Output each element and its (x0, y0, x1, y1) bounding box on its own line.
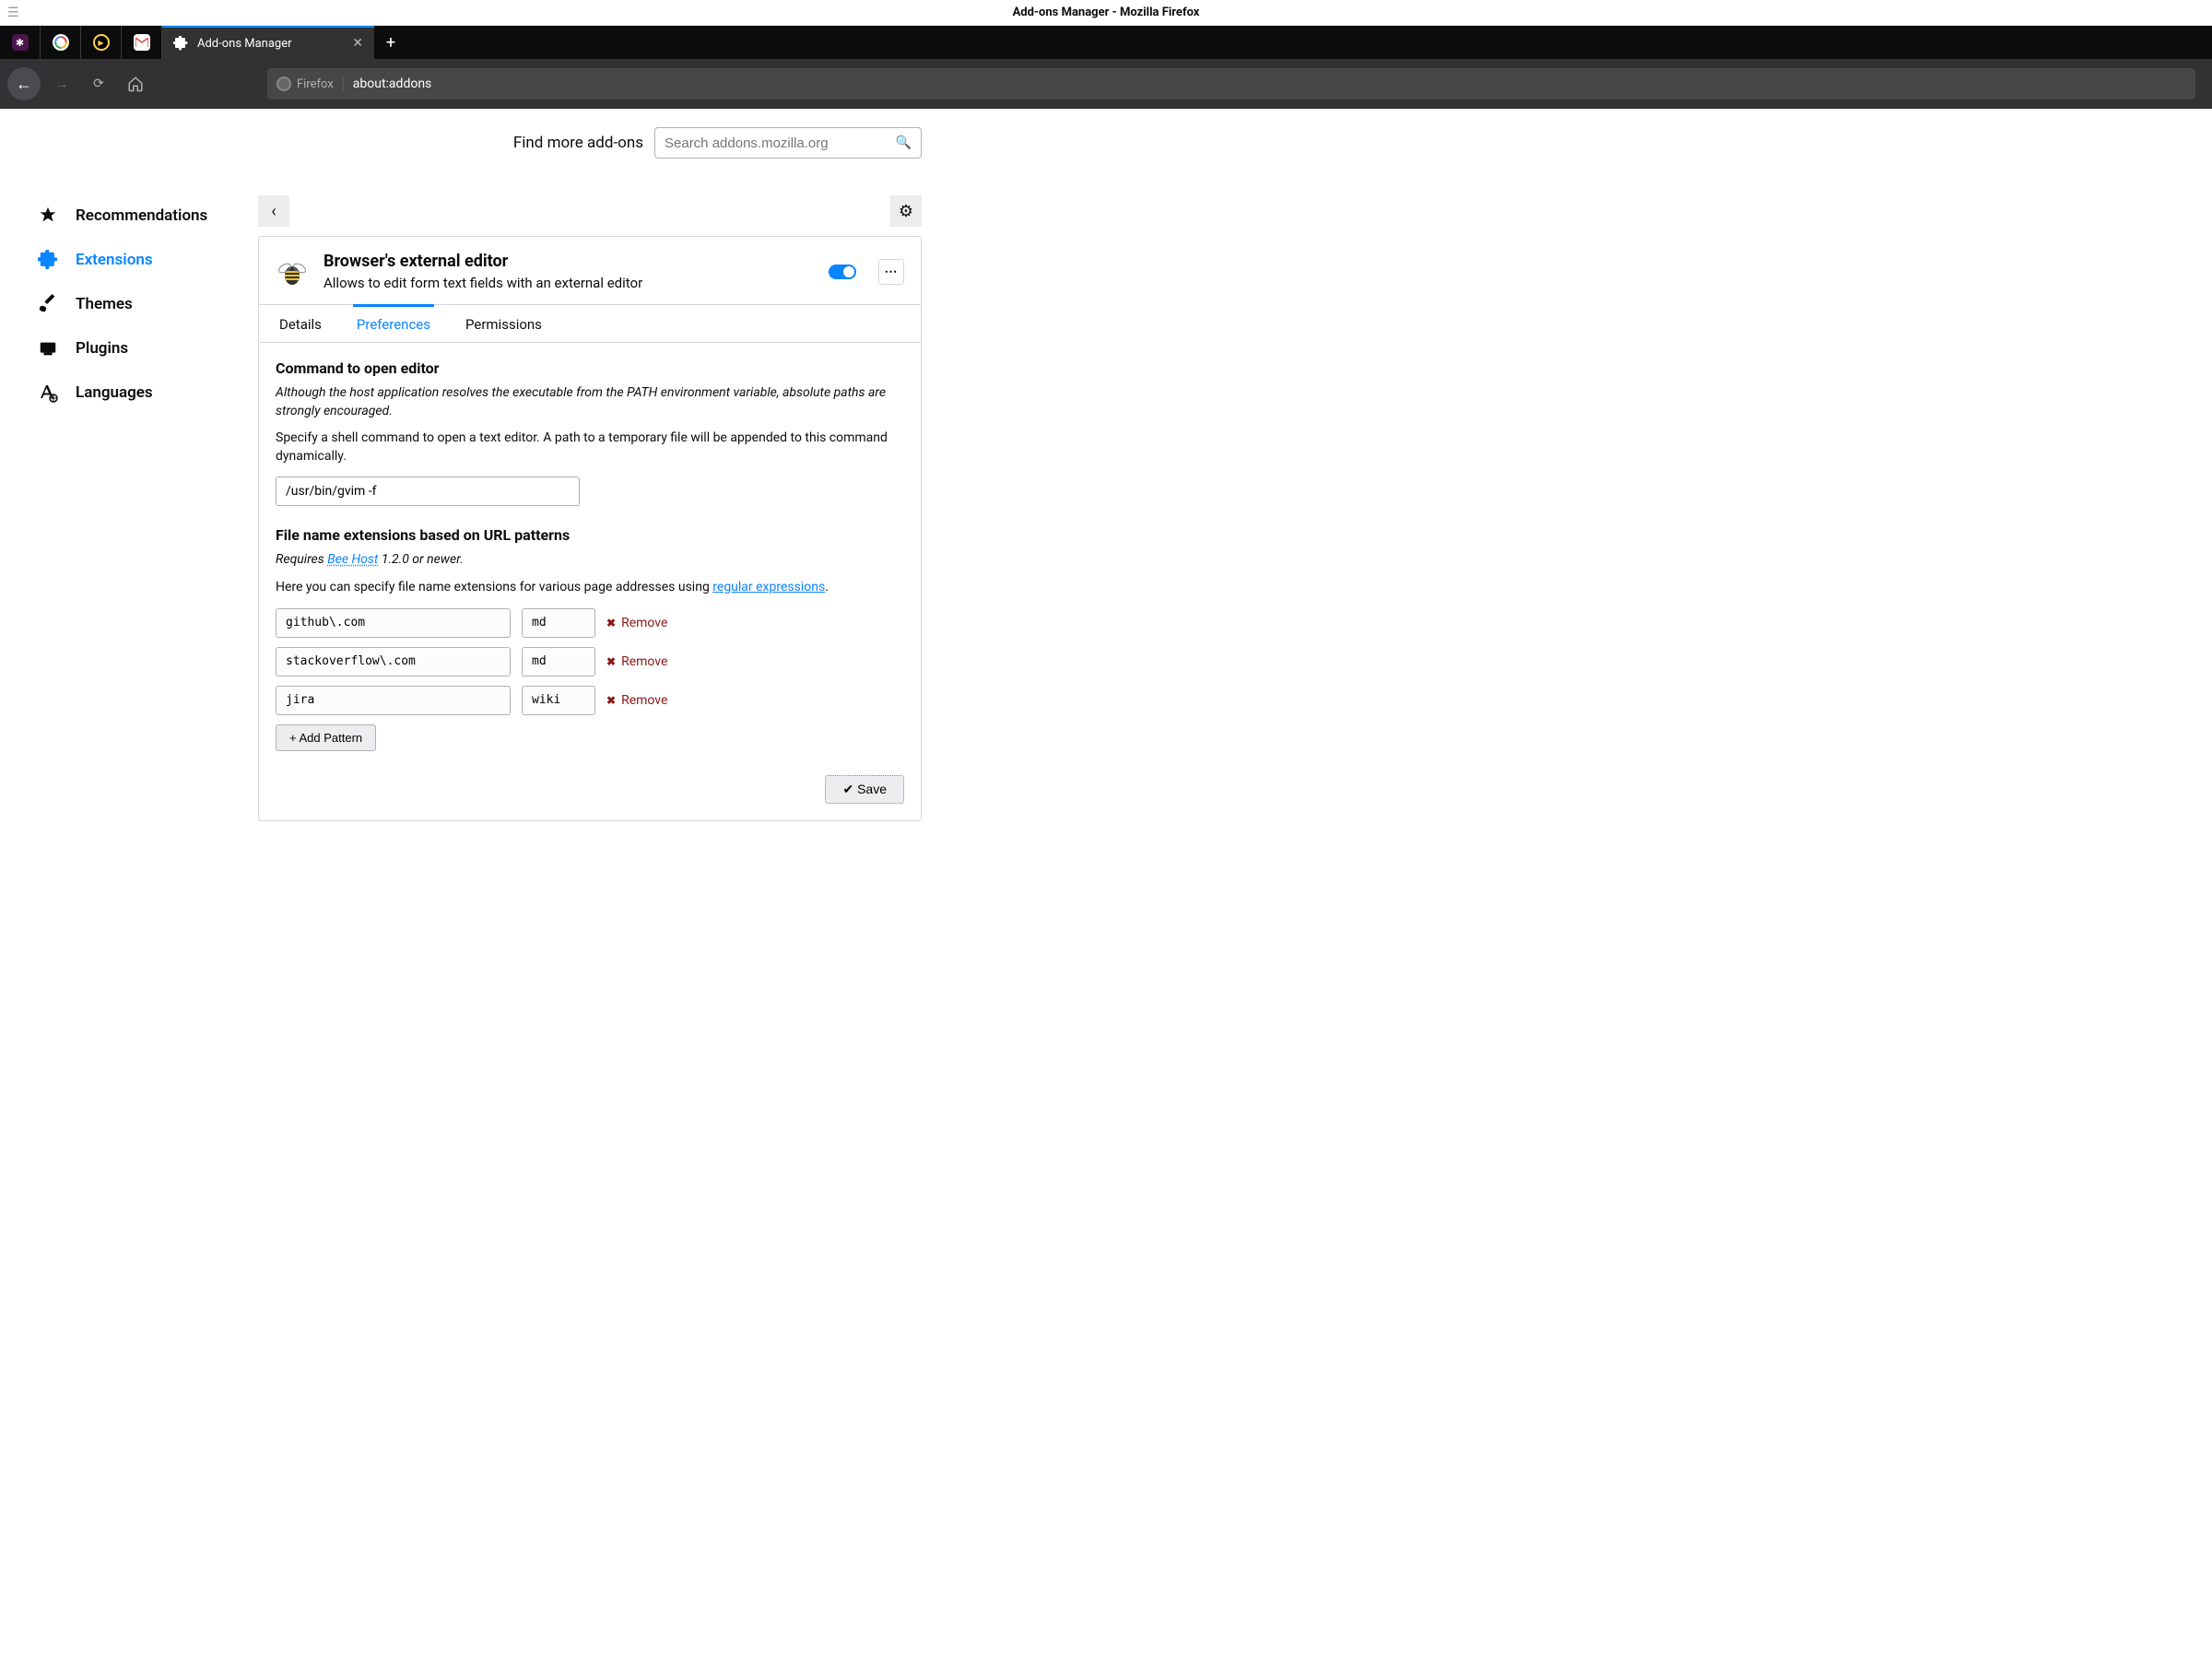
main: Find more add-ons 🔍 ‹ ⚙ Browser's extern… (258, 109, 922, 1659)
plugin-icon (37, 337, 59, 359)
identity-box[interactable]: Firefox (276, 76, 344, 91)
pattern-input[interactable] (276, 608, 511, 638)
tab-label: Permissions (465, 316, 542, 333)
forward-button[interactable]: → (46, 68, 77, 100)
close-icon[interactable]: ✕ (352, 36, 363, 51)
sidebar-item-label: Themes (76, 295, 133, 313)
sidebar-item-themes[interactable]: Themes (37, 282, 240, 326)
content: Recommendations Extensions Themes Plugin… (0, 109, 2212, 1659)
pinned-tab-media[interactable]: ▶ (81, 26, 122, 59)
search-row: Find more add-ons 🔍 (258, 127, 922, 159)
editor-command-input[interactable] (276, 477, 580, 506)
home-button[interactable] (120, 68, 151, 100)
pinned-tab-gmail[interactable] (122, 26, 162, 59)
tab-addons-manager[interactable]: Add-ons Manager ✕ (162, 26, 374, 59)
remove-pattern-button[interactable]: ✖ Remove (606, 616, 667, 630)
tab-details[interactable]: Details (276, 304, 325, 342)
search-label: Find more add-ons (513, 134, 643, 152)
language-icon (37, 382, 59, 404)
search-box[interactable]: 🔍 (654, 127, 922, 159)
hamburger-icon[interactable]: ☰ (7, 6, 19, 20)
reload-button[interactable]: ⟳ (83, 68, 114, 100)
sidebar-item-languages[interactable]: Languages (37, 371, 240, 415)
search-input[interactable] (665, 135, 896, 151)
detail-header: ‹ ⚙ (258, 195, 922, 227)
remove-label: Remove (621, 616, 667, 630)
pattern-row: ✖ Remove (276, 608, 904, 638)
command-section-title: Command to open editor (276, 359, 904, 377)
remove-pattern-button[interactable]: ✖ Remove (606, 693, 667, 708)
sidebar-item-extensions[interactable]: Extensions (37, 238, 240, 282)
pattern-input[interactable] (276, 647, 511, 677)
extension-name: Browser's external editor (324, 252, 814, 271)
tab-label: Add-ons Manager (197, 37, 343, 51)
remove-label: Remove (621, 654, 667, 669)
sidebar: Recommendations Extensions Themes Plugin… (0, 109, 258, 1659)
firefox-icon (276, 76, 291, 91)
remove-label: Remove (621, 693, 667, 708)
tab-label: Details (279, 316, 322, 333)
tab-permissions[interactable]: Permissions (462, 304, 546, 342)
pattern-input[interactable] (276, 686, 511, 715)
window-titlebar: ☰ Add-ons Manager - Mozilla Firefox (0, 0, 2212, 26)
more-menu-button[interactable]: ⋯ (878, 259, 904, 285)
x-icon: ✖ (606, 694, 616, 707)
url-text: about:addons (353, 76, 432, 91)
sidebar-item-label: Plugins (76, 339, 128, 358)
bee-icon (276, 255, 309, 288)
new-tab-button[interactable]: + (374, 26, 407, 59)
patterns-section-title: File name extensions based on URL patter… (276, 526, 904, 544)
sidebar-item-label: Languages (76, 383, 153, 402)
brush-icon (37, 293, 59, 315)
puzzle-icon (173, 36, 188, 51)
search-icon: 🔍 (896, 135, 912, 150)
x-icon: ✖ (606, 655, 616, 668)
pinned-tab-slack[interactable]: ✱ (0, 26, 41, 59)
urlbar[interactable]: Firefox about:addons (267, 68, 2195, 100)
extension-description: Allows to edit form text fields with an … (324, 275, 814, 291)
x-icon: ✖ (606, 617, 616, 629)
card-head: Browser's external editor Allows to edit… (259, 237, 921, 304)
extension-card: Browser's external editor Allows to edit… (258, 236, 922, 821)
command-section-note: Although the host application resolves t… (276, 384, 904, 420)
navbar: ← → ⟳ Firefox about:addons (0, 59, 2212, 109)
window-title: Add-ons Manager - Mozilla Firefox (1013, 6, 1200, 19)
tab-label: Preferences (357, 316, 430, 333)
tabstrip: ✱ ▶ Add-ons Manager ✕ + (0, 26, 2212, 59)
save-button[interactable]: ✔ Save (825, 775, 904, 804)
extension-input[interactable] (522, 647, 595, 677)
gear-button[interactable]: ⚙ (890, 195, 922, 227)
extension-input[interactable] (522, 686, 595, 715)
tab-preferences[interactable]: Preferences (353, 304, 434, 342)
enable-toggle[interactable] (829, 265, 856, 279)
add-pattern-button[interactable]: + Add Pattern (276, 724, 376, 751)
back-button[interactable]: ‹ (258, 195, 289, 227)
extension-input[interactable] (522, 608, 595, 638)
pinned-tab-google[interactable] (41, 26, 81, 59)
patterns-requires: Requires Bee Host 1.2.0 or newer. (276, 551, 904, 570)
pattern-row: ✖ Remove (276, 686, 904, 715)
card-body: Command to open editor Although the host… (259, 343, 921, 820)
bee-host-link[interactable]: Bee Host (327, 552, 378, 567)
sidebar-item-label: Extensions (76, 251, 153, 269)
regex-link[interactable]: regular expressions (712, 580, 825, 594)
extension-meta: Browser's external editor Allows to edit… (324, 252, 814, 291)
sidebar-item-recommendations[interactable]: Recommendations (37, 194, 240, 238)
identity-label: Firefox (297, 77, 334, 91)
remove-pattern-button[interactable]: ✖ Remove (606, 654, 667, 669)
patterns-help: Here you can specify file name extension… (276, 579, 904, 597)
puzzle-icon (37, 249, 59, 271)
back-button[interactable]: ← (7, 67, 41, 100)
sidebar-item-plugins[interactable]: Plugins (37, 326, 240, 371)
command-section-help: Specify a shell command to open a text e… (276, 429, 904, 465)
card-tabs: Details Preferences Permissions (259, 304, 921, 343)
pattern-row: ✖ Remove (276, 647, 904, 677)
sidebar-item-label: Recommendations (76, 206, 207, 225)
star-icon (37, 205, 59, 227)
